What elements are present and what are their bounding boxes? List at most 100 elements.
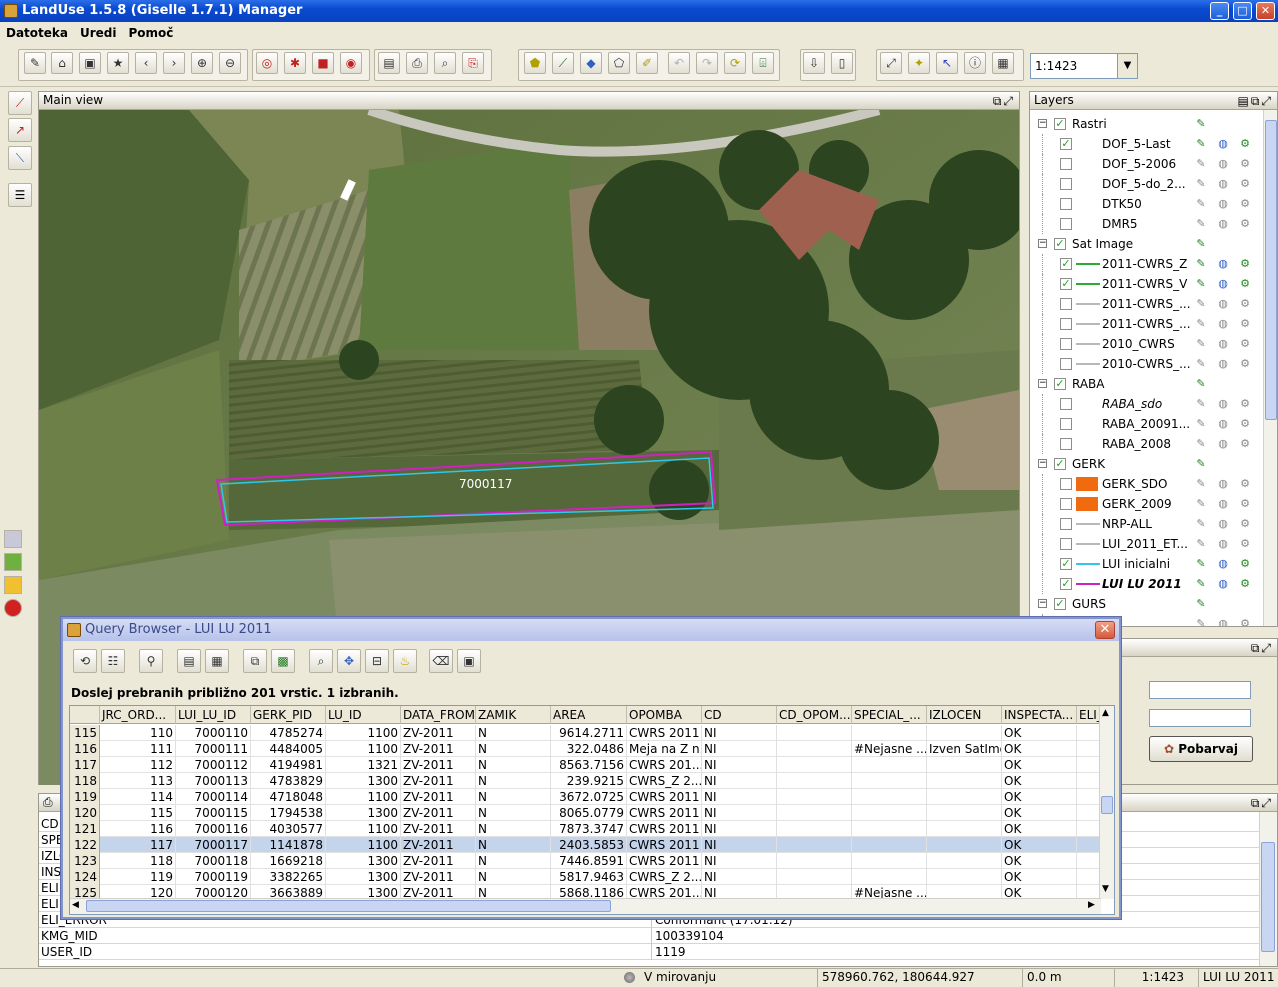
edit-layer-icon[interactable]: ✎ [1194, 397, 1208, 411]
edit-layer-icon[interactable]: ✎ [1194, 177, 1208, 191]
layer-query-icon[interactable]: ⚙ [1238, 177, 1252, 191]
chevron-down-icon[interactable]: ▼ [1117, 54, 1137, 78]
table-cell[interactable] [852, 757, 927, 773]
table-cell[interactable]: 1794538 [251, 805, 326, 821]
table-cell[interactable] [927, 821, 1002, 837]
table-cell[interactable] [1077, 725, 1101, 741]
table-cell[interactable]: 7000110 [176, 725, 251, 741]
table-cell[interactable]: 7000117 [176, 837, 251, 853]
table-cell[interactable] [1077, 869, 1101, 885]
table-cell[interactable] [1077, 789, 1101, 805]
style-green-icon[interactable] [4, 553, 22, 571]
table-horizontal-scrollbar[interactable]: ◀ ▶ [70, 898, 1101, 914]
table-cell[interactable]: 112 [100, 757, 176, 773]
table-row[interactable]: 117 112 7000112 4194981 1321 ZV-2011 N 8563.715… [70, 757, 1101, 773]
scroll-right-icon[interactable]: ▶ [1088, 900, 1095, 910]
table-cell[interactable]: 1100 [326, 741, 401, 757]
collapse-icon[interactable]: − [1038, 599, 1047, 608]
edit-layer-icon[interactable]: ✎ [1194, 157, 1208, 171]
maximize-button[interactable]: □ [1233, 2, 1252, 20]
excel-icon[interactable]: ▩ [271, 649, 295, 673]
table-cell[interactable]: NI [702, 821, 777, 837]
column-header[interactable]: SPECIAL_... [852, 706, 927, 724]
layer-query-icon[interactable]: ⚙ [1238, 537, 1252, 551]
table-cell[interactable]: CWRS 2011 [627, 853, 702, 869]
zoom-box-icon[interactable]: ▣ [79, 52, 101, 74]
layer-query-icon[interactable]: ⚙ [1238, 477, 1252, 491]
layer-style-icon[interactable]: ◍ [1216, 197, 1230, 211]
table-cell[interactable] [852, 821, 927, 837]
table-row[interactable]: 119 114 7000114 4718048 1100 ZV-2011 N 3672.072… [70, 789, 1101, 805]
edit-layer-icon[interactable]: ✎ [1194, 337, 1208, 351]
table-cell[interactable]: N [476, 789, 551, 805]
layer-style-icon[interactable]: ◍ [1216, 557, 1230, 571]
close-icon[interactable]: ✕ [1095, 621, 1115, 639]
edit-layer-icon[interactable]: ✎ [1194, 257, 1208, 271]
table-cell[interactable]: NI [702, 725, 777, 741]
style-dot-icon[interactable] [4, 599, 22, 617]
layer-group[interactable]: − ✓ RABA ✎ [1030, 374, 1265, 394]
column-header[interactable] [70, 706, 100, 724]
edit-layer-icon[interactable]: ✎ [1194, 577, 1208, 591]
table-cell[interactable]: N [476, 821, 551, 837]
layer-query-icon[interactable]: ⚙ [1238, 577, 1252, 591]
table-cell[interactable]: OK [1002, 757, 1077, 773]
layer-group[interactable]: − ✓ Rastri ✎ [1030, 114, 1265, 134]
table-cell[interactable]: NI [702, 741, 777, 757]
table-cell[interactable]: CWRS 2011 [627, 805, 702, 821]
menu-uredi[interactable]: Uredi [74, 22, 123, 44]
layer-query-icon[interactable]: ⚙ [1238, 197, 1252, 211]
edit-layer-icon[interactable]: ✎ [1194, 617, 1208, 626]
layer-query-icon[interactable]: ⚙ [1238, 617, 1252, 626]
attribute-row[interactable]: KMG_MID 100339104 [39, 928, 1259, 944]
table-cell[interactable]: CWRS 2011 [627, 725, 702, 741]
table-cell[interactable]: 4783829 [251, 773, 326, 789]
layer-group[interactable]: − ✓ GURS ✎ [1030, 594, 1265, 614]
layer-edit-icon[interactable]: ◆ [580, 52, 602, 74]
layer-group-checkbox[interactable]: ✓ [1054, 238, 1066, 250]
measure-icon[interactable]: ⤢ [880, 52, 902, 74]
layer-checkbox[interactable] [1060, 418, 1072, 430]
table-row[interactable]: 122 117 7000117 1141878 1100 ZV-2011 N 2403.585… [70, 837, 1101, 853]
table-cell[interactable]: N [476, 805, 551, 821]
table-cell[interactable]: NI [702, 853, 777, 869]
table-cell[interactable] [777, 773, 852, 789]
layer-group-checkbox[interactable]: ✓ [1054, 458, 1066, 470]
table-cell[interactable] [1077, 805, 1101, 821]
table-cell[interactable]: 4030577 [251, 821, 326, 837]
layer-checkbox[interactable] [1060, 178, 1072, 190]
table-cell[interactable]: 7000111 [176, 741, 251, 757]
close-window-button[interactable]: ✕ [1256, 2, 1275, 20]
table-cell[interactable]: 117 [100, 837, 176, 853]
table-cell[interactable]: 1100 [326, 837, 401, 853]
layer-item[interactable]: DMR5 ✎ ◍ ⚙ [1030, 214, 1265, 234]
row-number[interactable]: 119 [70, 789, 100, 805]
table-cell[interactable]: 4785274 [251, 725, 326, 741]
table-cell[interactable]: 2403.5853 [551, 837, 627, 853]
layer-checkbox[interactable] [1060, 538, 1072, 550]
layer-query-icon[interactable]: ⚙ [1238, 277, 1252, 291]
layer-style-icon[interactable]: ◍ [1216, 137, 1230, 151]
polygon-icon[interactable]: ⬟ [524, 52, 546, 74]
layer-item[interactable]: GERK_SDO ✎ ◍ ⚙ [1030, 474, 1265, 494]
layer-checkbox[interactable] [1060, 198, 1072, 210]
style-box-icon[interactable] [4, 530, 22, 548]
table-cell[interactable]: Izven SatImg [927, 741, 1002, 757]
side-field-1[interactable] [1149, 681, 1251, 699]
table-cell[interactable]: 7000114 [176, 789, 251, 805]
layer-checkbox[interactable]: ✓ [1060, 578, 1072, 590]
redo-icon[interactable]: ↷ [696, 52, 718, 74]
table-cell[interactable] [1077, 837, 1101, 853]
attributes-scroll-thumb[interactable] [1261, 842, 1275, 952]
scale-combobox[interactable]: 1:1423 ▼ [1030, 53, 1138, 79]
back-icon[interactable]: ‹ [135, 52, 157, 74]
table-cell[interactable]: 7446.8591 [551, 853, 627, 869]
table-cell[interactable]: NI [702, 789, 777, 805]
edit-layer-icon[interactable]: ✎ [1194, 497, 1208, 511]
layer-item[interactable]: RABA_sdo ✎ ◍ ⚙ [1030, 394, 1265, 414]
column-header[interactable]: ZAMIK [476, 706, 551, 724]
table-row[interactable]: 124 119 7000119 3382265 1300 ZV-2011 N 5817.946… [70, 869, 1101, 885]
layer-checkbox[interactable] [1060, 478, 1072, 490]
table-cell[interactable]: ZV-2011 [401, 821, 476, 837]
table-cell[interactable]: ZV-2011 [401, 757, 476, 773]
